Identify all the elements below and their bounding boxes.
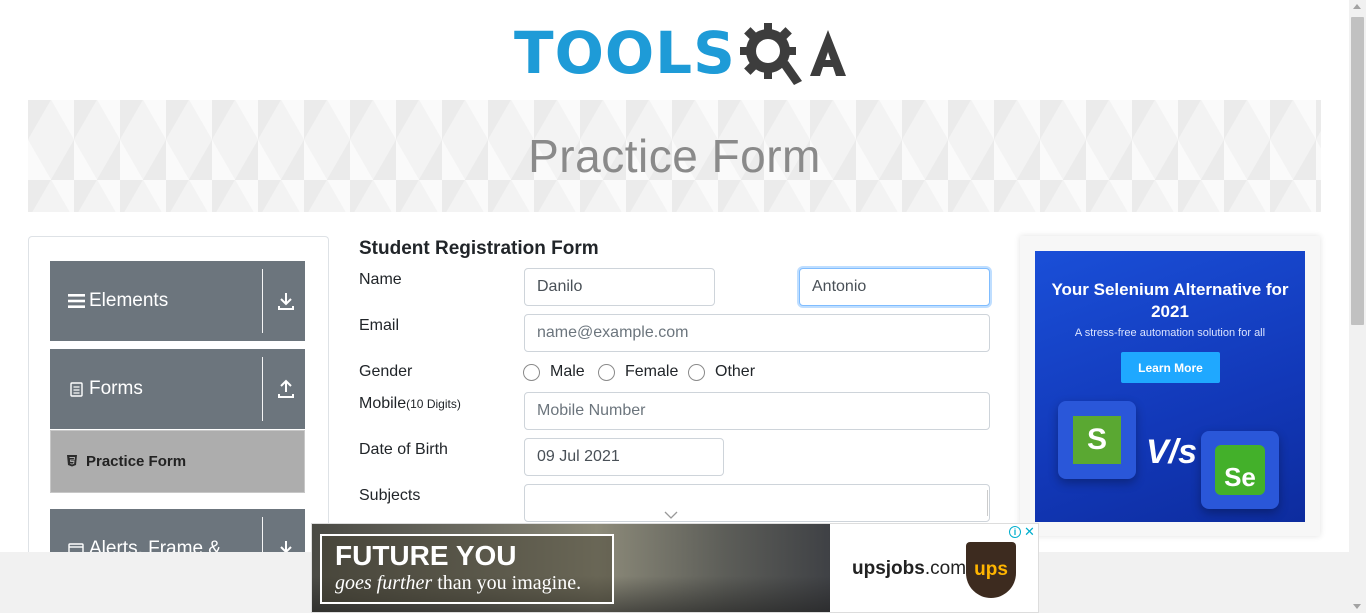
radio-circle[interactable] [688,363,705,381]
divider [262,357,263,421]
katalon-logo-icon: S [1058,401,1136,479]
selenium-logo-icon: Se [1201,431,1279,509]
mobile-input[interactable]: Mobile Number [524,392,990,430]
sidebar-item-practice-form[interactable]: Practice Form [50,430,305,493]
logo-a-letter [809,30,846,76]
gender-radio-other[interactable]: Other [688,363,755,381]
logo-tools-text: TOOLS [514,19,736,87]
gender-label: Gender [359,363,413,380]
ad-brand-rest: .com [924,558,967,579]
ups-logo-icon: ups [966,542,1016,598]
ad-headline: FUTURE YOU [335,540,517,571]
first-name-input[interactable]: Danilo [524,268,715,306]
chevron-down-icon[interactable] [664,508,678,522]
toolsqa-logo[interactable]: TOOLS QA [514,15,846,91]
page-title: Practice Form [528,130,821,182]
katalon-logo-letter: S [1073,416,1121,464]
vertical-scrollbar[interactable] [1349,0,1366,613]
gender-radio-male[interactable]: Male [523,363,585,381]
ad-text-box: FUTURE YOU goes further than you imagine… [320,534,614,604]
upload-icon [276,379,296,403]
radio-circle[interactable] [598,363,615,381]
page-banner: Practice Form [28,100,1321,212]
scroll-down-arrow-icon[interactable] [1353,604,1361,609]
subjects-label: Subjects [359,487,421,504]
name-label: Name [359,271,402,288]
ad-brand-url: upsjobs.com [852,558,966,580]
sidebar-group-label: Elements [89,290,169,311]
ad-tagline-italic: goes further [335,572,433,594]
html5-icon [66,454,78,470]
email-label: Email [359,317,400,334]
download-icon [276,291,296,315]
scrollbar-thumb[interactable] [1351,17,1364,325]
radio-circle[interactable] [523,363,540,381]
right-ad[interactable]: Your Selenium Alternative for 2021 A str… [1035,251,1305,522]
sidebar-group-elements[interactable]: Elements [50,261,305,341]
learn-more-button[interactable]: Learn More [1121,352,1220,383]
ad-tagline: goes further than you imagine. [335,572,612,595]
ad-brand-bold: upsjobs [852,558,925,579]
last-name-input[interactable]: Antonio [799,268,990,306]
radio-label: Other [715,363,756,380]
document-icon [67,381,85,397]
hamburger-icon [67,294,85,308]
subjects-input[interactable] [524,484,990,522]
radio-label: Male [550,363,585,380]
radio-label: Female [625,363,679,380]
logo-qa-text: QA [736,17,848,89]
mobile-label-text: Mobile [359,395,407,412]
left-sidebar: Elements Forms Practice Form Alerts, Fra… [28,236,329,576]
scroll-up-arrow-icon[interactable] [1353,4,1361,9]
sidebar-item-label: Practice Form [86,453,187,470]
date-of-birth-input[interactable]: 09 Jul 2021 [524,438,724,476]
mobile-hint: (10 Digits) [406,397,461,411]
bottom-banner-ad[interactable]: FUTURE YOU goes further than you imagine… [311,523,1039,613]
gender-radio-female[interactable]: Female [598,363,678,381]
gear-magnifier-icon [739,23,802,85]
adchoices-info-icon[interactable]: i [1009,526,1021,538]
ad-headline: Your Selenium Alternative for 2021 [1051,280,1289,321]
form-title: Student Registration Form [359,238,599,259]
sidebar-group-label: Forms [89,378,143,399]
ad-vs-text: V/s [1146,433,1198,471]
adchoices-controls[interactable]: i ✕ [1009,525,1037,539]
sidebar-group-forms[interactable]: Forms [50,349,305,429]
selenium-logo-text: Se [1215,445,1265,495]
subjects-separator [987,490,988,516]
mobile-label: Mobile(10 Digits) [359,395,461,413]
divider [262,269,263,333]
close-icon[interactable]: ✕ [1024,525,1035,538]
dob-label: Date of Birth [359,441,448,458]
ad-tagline-rest: than you imagine. [432,572,582,594]
email-input[interactable]: name@example.com [524,314,990,352]
ad-subtext: A stress-free automation solution for al… [1074,327,1266,339]
